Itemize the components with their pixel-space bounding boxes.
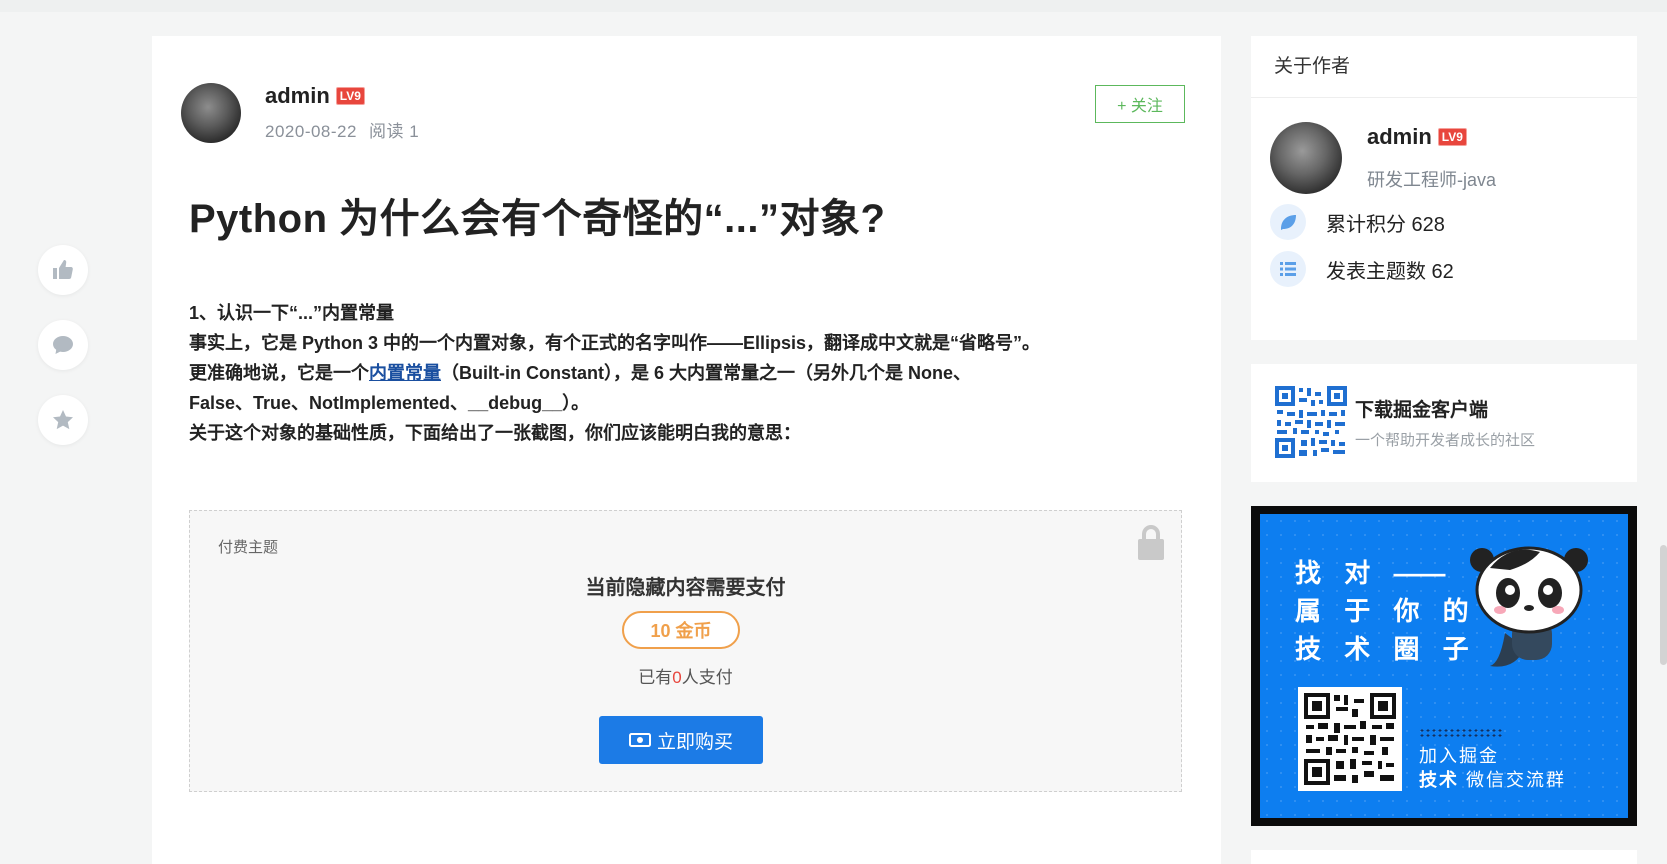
topics-label: 发表主题数 62 [1326, 260, 1454, 283]
banner-join-line: 加入掘金 [1419, 746, 1499, 766]
scrollbar[interactable] [1660, 545, 1667, 665]
follow-button[interactable]: + 关注 [1095, 85, 1185, 123]
price-tag: 10 金币 [622, 611, 740, 649]
list-icon [1270, 251, 1306, 287]
level-badge: LV9 [335, 87, 365, 105]
about-author-panel: 关于作者 admin LV9 研发工程师-java 累计积分 628 发表主题数 … [1251, 36, 1637, 340]
paragraph: 更准确地说，它是一个内置常量（Built-in Constant），是 6 大内… [189, 358, 1179, 388]
like-button[interactable] [38, 245, 88, 295]
paragraph: 关于这个对象的基础性质，下面给出了一张截图，你们应该能明白我的意思： [189, 423, 801, 443]
money-icon [628, 733, 651, 747]
points-row: 累计积分 628 [1270, 204, 1445, 240]
text: 更准确地说，它是一个 [189, 363, 369, 383]
next-panel-edge [1251, 850, 1637, 864]
slogan-line: 属 于 你 的 [1295, 596, 1477, 626]
buy-label: 立即购买 [656, 731, 733, 753]
paywall-heading: 当前隐藏内容需要支付 [585, 577, 786, 599]
article-card: admin LV9 2020-08-22 阅读 1 + 关注 Python 为什么会… [152, 36, 1221, 864]
topics-row: 发表主题数 62 [1270, 251, 1454, 287]
community-banner[interactable]: 找 对 —— 属 于 你 的 技 术 圈 子 加入掘金 技术 微信交流群 [1251, 506, 1637, 826]
text: 人支付 [681, 668, 733, 687]
post-date: 2020-08-22 [265, 122, 357, 141]
banner-background: 找 对 —— 属 于 你 的 技 术 圈 子 加入掘金 技术 微信交流群 [1260, 514, 1628, 818]
post-title: Python 为什么会有个奇怪的“...”对象? [189, 197, 886, 241]
banner-join-text: 加入掘金 技术 微信交流群 [1419, 744, 1566, 792]
banner-join-line: 微信交流群 [1466, 770, 1567, 790]
read-count: 阅读 1 [368, 122, 420, 141]
panda-mascot-icon [1470, 546, 1588, 667]
comment-button[interactable] [38, 320, 88, 370]
author-avatar[interactable] [181, 83, 241, 143]
slogan-line: 技 术 圈 子 [1295, 634, 1477, 664]
paid-number: 0 [672, 668, 682, 687]
author-avatar-large[interactable] [1270, 122, 1342, 194]
author-row: admin LV9 2020-08-22 阅读 1 + 关注 [181, 81, 1185, 151]
author-name-text[interactable]: admin [265, 83, 330, 108]
comment-icon [53, 336, 73, 354]
leaf-icon [1270, 204, 1306, 240]
top-band [0, 0, 1667, 12]
banner-join-bold: 技术 [1419, 770, 1459, 790]
author-name[interactable]: admin LV9 [1367, 124, 1467, 150]
slogan-line: 找 对 [1295, 558, 1379, 588]
article-body: 1、认识一下“...”内置常量 事实上，它是 Python 3 中的一个内置对象… [189, 298, 1179, 448]
builtin-constant-link[interactable]: 内置常量 [369, 363, 441, 383]
app-download-subtitle: 一个帮助开发者成长的社区 [1355, 432, 1536, 449]
text: （Built-in Constant），是 6 大内置常量之一（另外几个是 No… [441, 363, 971, 383]
banner-slogan: 找 对 —— 属 于 你 的 技 术 圈 子 [1295, 554, 1477, 668]
paywall-label: 付费主题 [218, 539, 279, 556]
floating-actions [38, 245, 88, 470]
text: 已有 [638, 668, 673, 687]
author-role: 研发工程师-java [1367, 170, 1497, 190]
banner-dots [1419, 728, 1503, 738]
app-download-panel[interactable]: 下载掘金客户端 一个帮助开发者成长的社区 [1251, 364, 1637, 482]
level-badge: LV9 [1437, 128, 1467, 146]
thumbs-up-icon [53, 260, 73, 279]
paragraph: 事实上，它是 Python 3 中的一个内置对象，有个正式的名字叫作——Elli… [189, 333, 1041, 353]
post-meta: 2020-08-22 阅读 1 [265, 117, 419, 142]
author-name-text[interactable]: admin [1367, 124, 1432, 149]
buy-now-button[interactable]: 立即购买 [599, 716, 763, 764]
paragraph: False、True、NotImplemented、__debug__）。 [189, 393, 590, 413]
panel-heading: 关于作者 [1251, 36, 1637, 98]
slogan-dash: —— [1393, 558, 1446, 588]
favorite-button[interactable] [38, 395, 88, 445]
author-name[interactable]: admin LV9 [265, 83, 365, 109]
points-label: 累计积分 628 [1326, 213, 1445, 236]
paragraph-heading: 1、认识一下“...”内置常量 [189, 303, 395, 323]
lock-icon [1136, 523, 1166, 561]
paid-count: 已有0人支付 [190, 663, 1181, 688]
qr-code-icon [1273, 384, 1349, 460]
star-icon [53, 410, 73, 430]
paywall-box: 付费主题 当前隐藏内容需要支付 10 金币 已有0人支付 立即购买 [189, 510, 1182, 792]
app-download-title: 下载掘金客户端 [1355, 400, 1489, 421]
wechat-group-qr-icon [1298, 687, 1402, 791]
